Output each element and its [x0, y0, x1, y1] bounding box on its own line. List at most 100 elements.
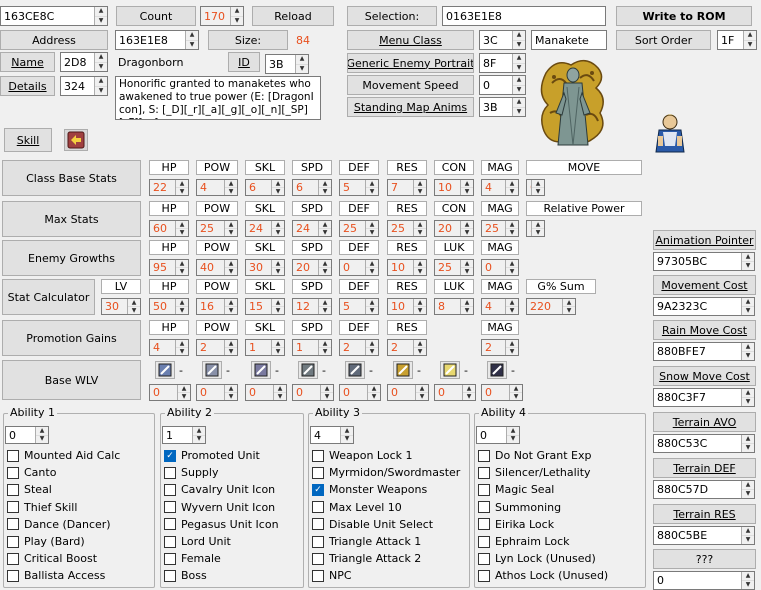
ability-2-checkbox-7[interactable]: Boss: [164, 568, 207, 583]
base-value-4[interactable]: 5 ▲ ▼: [339, 179, 379, 196]
skill-icon[interactable]: [64, 129, 88, 151]
calc-value-2[interactable]: 15 ▲ ▼: [245, 298, 285, 315]
unchecked-box-icon[interactable]: [478, 518, 490, 531]
ability-1-checkbox-5[interactable]: Play (Bard): [7, 534, 85, 549]
promo-value-1-spinner[interactable]: ▲ ▼: [224, 340, 237, 355]
calc-value-8[interactable]: 220 ▲ ▼: [526, 298, 576, 315]
growth-value-5-spinner[interactable]: ▲ ▼: [413, 260, 426, 275]
ability-2-checkbox-0[interactable]: ✓ Promoted Unit: [164, 448, 260, 463]
max-value-0-spinner[interactable]: ▲ ▼: [175, 221, 188, 236]
name-id-field[interactable]: 2D8 ▲ ▼: [60, 52, 108, 72]
promo-value-0-spinner[interactable]: ▲ ▼: [175, 340, 188, 355]
growth-value-1-spinner[interactable]: ▲ ▼: [224, 260, 237, 275]
address-value-field[interactable]: 163CE8C ▲ ▼: [0, 6, 108, 26]
wlv-value-6-spinner[interactable]: ▲ ▼: [462, 385, 475, 400]
max-value-7[interactable]: 25 ▲ ▼: [481, 220, 519, 237]
calc-value-4-spinner[interactable]: ▲ ▼: [365, 299, 378, 314]
growth-value-4[interactable]: 0 ▲ ▼: [339, 259, 379, 276]
rain-move-cost-button[interactable]: Rain Move Cost: [653, 320, 756, 340]
movement-cost-field[interactable]: 9A2323C ▲ ▼: [653, 297, 755, 316]
wlv-value-1[interactable]: 0 ▲ ▼: [196, 384, 238, 401]
base-value-7[interactable]: 4 ▲ ▼: [481, 179, 519, 196]
growth-value-2[interactable]: 30 ▲ ▼: [245, 259, 285, 276]
movement-speed-spinner[interactable]: ▲ ▼: [512, 76, 525, 94]
base-value-0[interactable]: 22 ▲ ▼: [149, 179, 189, 196]
growth-value-0[interactable]: 95 ▲ ▼: [149, 259, 189, 276]
ability-1-checkbox-2[interactable]: Steal: [7, 482, 52, 497]
calc-value-2-spinner[interactable]: ▲ ▼: [271, 299, 284, 314]
unchecked-box-icon[interactable]: [312, 552, 324, 565]
promo-value-1[interactable]: 2 ▲ ▼: [196, 339, 238, 356]
details-id-spinner[interactable]: ▲ ▼: [94, 77, 107, 95]
wlv-value-6[interactable]: 0 ▲ ▼: [434, 384, 476, 401]
ability-3-checkbox-2[interactable]: ✓ Monster Weapons: [312, 482, 427, 497]
base-value-5[interactable]: 7 ▲ ▼: [387, 179, 427, 196]
growth-value-1[interactable]: 40 ▲ ▼: [196, 259, 238, 276]
ability-1-value-spinner[interactable]: ▲ ▼: [35, 427, 48, 443]
id-button[interactable]: ID: [228, 52, 260, 72]
promo-value-3-spinner[interactable]: ▲ ▼: [318, 340, 331, 355]
terrain-res-field[interactable]: 880C5BE ▲ ▼: [653, 526, 755, 545]
ability-4-value[interactable]: 0 ▲ ▼: [476, 426, 520, 444]
terrain-def-field-spinner[interactable]: ▲ ▼: [741, 481, 754, 498]
movement-speed-field[interactable]: 0 ▲ ▼: [479, 75, 526, 95]
calc-value-1[interactable]: 16 ▲ ▼: [196, 298, 238, 315]
max-value-8-spinner[interactable]: ▲ ▼: [531, 221, 544, 236]
ability-4-checkbox-7[interactable]: Athos Lock (Unused): [478, 568, 608, 583]
unchecked-box-icon[interactable]: [7, 552, 19, 565]
promo-stats-row-label[interactable]: Promotion Gains: [2, 320, 141, 356]
count-field[interactable]: 170 ▲ ▼: [200, 6, 244, 26]
checked-box-icon[interactable]: ✓: [312, 483, 324, 496]
unchecked-box-icon[interactable]: [164, 535, 176, 548]
reload-button[interactable]: Reload: [252, 6, 334, 26]
terrain-def-button[interactable]: Terrain DEF: [653, 458, 756, 478]
growth-value-5[interactable]: 10 ▲ ▼: [387, 259, 427, 276]
growth-value-3[interactable]: 20 ▲ ▼: [292, 259, 332, 276]
unchecked-box-icon[interactable]: [164, 569, 176, 582]
ability-3-checkbox-4[interactable]: Disable Unit Select: [312, 517, 433, 532]
ability-2-value[interactable]: 1 ▲ ▼: [162, 426, 206, 444]
ability-3-checkbox-3[interactable]: Max Level 10: [312, 500, 402, 515]
base-value-2-spinner[interactable]: ▲ ▼: [271, 180, 284, 195]
unchecked-box-icon[interactable]: [478, 483, 490, 496]
unchecked-box-icon[interactable]: [7, 518, 19, 531]
name-button[interactable]: Name: [0, 52, 55, 72]
wlv-stats-row-label[interactable]: Base WLV: [2, 360, 141, 400]
base-value-8-spinner[interactable]: ▲ ▼: [531, 180, 544, 195]
details-text[interactable]: Honorific granted to manaketes who awake…: [115, 76, 321, 120]
unchecked-box-icon[interactable]: [7, 501, 19, 514]
wlv-value-1-spinner[interactable]: ▲ ▼: [224, 385, 237, 400]
details-id-field[interactable]: 324 ▲ ▼: [60, 76, 108, 96]
base-value-6[interactable]: 10 ▲ ▼: [434, 179, 474, 196]
ability-4-checkbox-1[interactable]: Silencer/Lethality: [478, 465, 591, 480]
menu-class-button[interactable]: Menu Class: [347, 30, 474, 50]
calc-value-1-spinner[interactable]: ▲ ▼: [224, 299, 237, 314]
address-field[interactable]: 163E1E8 ▲ ▼: [115, 30, 199, 50]
promo-value-5[interactable]: 2 ▲ ▼: [387, 339, 427, 356]
max-value-2[interactable]: 24 ▲ ▼: [245, 220, 285, 237]
sword-icon[interactable]: [155, 361, 175, 379]
unchecked-box-icon[interactable]: [164, 552, 176, 565]
calc-value-8-spinner[interactable]: ▲ ▼: [562, 299, 575, 314]
ability-2-checkbox-4[interactable]: Pegasus Unit Icon: [164, 517, 279, 532]
base-value-1-spinner[interactable]: ▲ ▼: [224, 180, 237, 195]
ability-4-checkbox-4[interactable]: Eirika Lock: [478, 517, 554, 532]
unchecked-box-icon[interactable]: [164, 501, 176, 514]
wlv-value-7[interactable]: 0 ▲ ▼: [481, 384, 523, 401]
ability-4-checkbox-2[interactable]: Magic Seal: [478, 482, 554, 497]
growth-value-3-spinner[interactable]: ▲ ▼: [318, 260, 331, 275]
calc-value-3[interactable]: 12 ▲ ▼: [292, 298, 332, 315]
ability-4-checkbox-3[interactable]: Summoning: [478, 500, 561, 515]
unchecked-box-icon[interactable]: [164, 518, 176, 531]
count-button[interactable]: Count: [116, 6, 196, 26]
unchecked-box-icon[interactable]: [478, 501, 490, 514]
promo-value-4[interactable]: 2 ▲ ▼: [339, 339, 379, 356]
ability-2-checkbox-3[interactable]: Wyvern Unit Icon: [164, 500, 275, 515]
menu-class-field[interactable]: 3C ▲ ▼: [479, 30, 526, 50]
movement-speed-button[interactable]: Movement Speed: [347, 75, 474, 95]
unknown-button[interactable]: ???: [653, 549, 756, 569]
skill-button[interactable]: Skill: [4, 128, 52, 152]
ability-2-checkbox-5[interactable]: Lord Unit: [164, 534, 231, 549]
animation-pointer-button[interactable]: Animation Pointer: [653, 230, 756, 250]
promo-value-2-spinner[interactable]: ▲ ▼: [271, 340, 284, 355]
